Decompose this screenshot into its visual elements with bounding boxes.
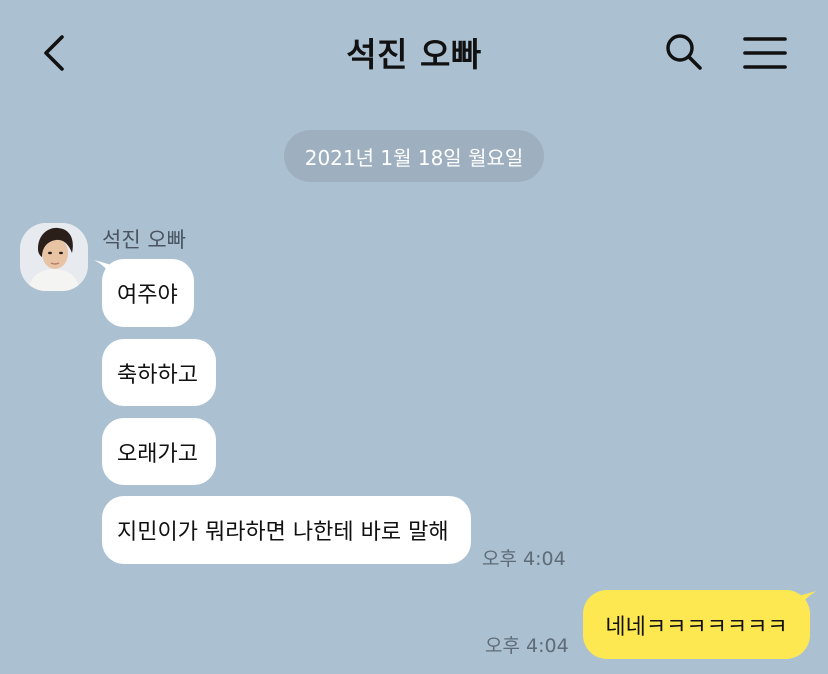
bubble-tail bbox=[795, 591, 817, 611]
message-timestamp: 오후 4:04 bbox=[482, 548, 566, 570]
back-button[interactable] bbox=[30, 30, 76, 76]
avatar[interactable] bbox=[20, 223, 88, 291]
received-message[interactable]: 여주야 bbox=[102, 259, 194, 327]
sender-name: 석진 오빠 bbox=[102, 228, 186, 252]
hamburger-menu-icon bbox=[743, 37, 787, 69]
menu-button[interactable] bbox=[740, 30, 790, 76]
chat-title: 석진 오빠 bbox=[346, 35, 482, 74]
message-timestamp: 오후 4:04 bbox=[485, 635, 569, 657]
search-icon bbox=[666, 34, 702, 70]
date-divider: 2021년 1월 18일 월요일 bbox=[284, 130, 544, 182]
search-button[interactable] bbox=[660, 28, 708, 76]
chat-header: 석진 오빠 bbox=[0, 0, 828, 104]
chevron-left-icon bbox=[44, 35, 64, 71]
received-message[interactable]: 지민이가 뭐라하면 나한테 바로 말해 bbox=[102, 496, 471, 564]
profile-photo bbox=[20, 223, 88, 291]
sent-message[interactable]: 네네ㅋㅋㅋㅋㅋㅋㅋ bbox=[583, 590, 810, 659]
received-message[interactable]: 축하하고 bbox=[102, 339, 216, 406]
received-message[interactable]: 오래가고 bbox=[102, 418, 216, 485]
